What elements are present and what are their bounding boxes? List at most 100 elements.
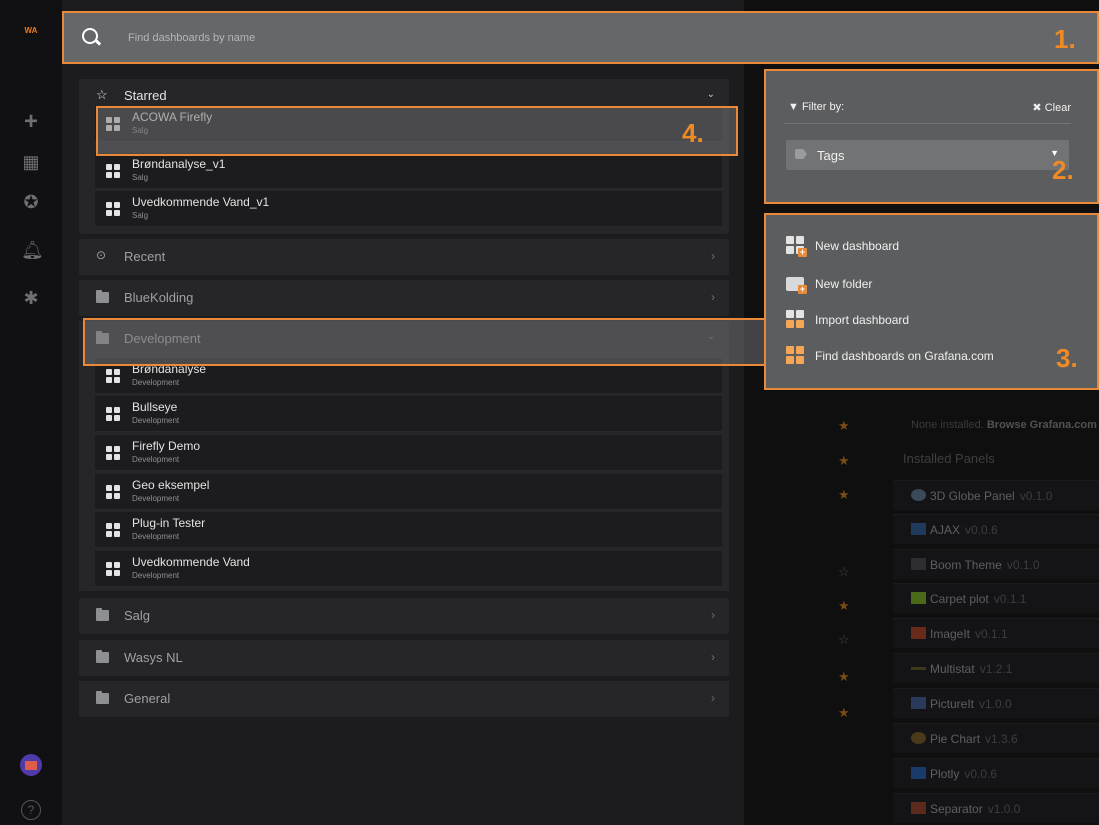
dashboard-icon — [106, 562, 120, 576]
dashboard-item[interactable]: Plug-in Tester Development — [95, 512, 722, 548]
dashboard-folder: Salg — [132, 211, 149, 220]
clear-filter-button[interactable]: ✖ Clear — [1032, 101, 1071, 114]
folder-icon — [96, 650, 109, 663]
dashboard-folder: Salg — [132, 173, 149, 182]
dashboard-item[interactable]: Brøndanalyse_v1 Salg — [95, 153, 722, 189]
star-icon: ★ — [838, 705, 850, 720]
star-icon: ★ — [838, 669, 850, 684]
plugin-item: Multistat v1.2.1 — [893, 653, 1099, 683]
chevron-down-icon[interactable]: ⌄ — [707, 89, 715, 100]
explore-compass-icon[interactable]: ✪ — [21, 192, 41, 212]
folder-icon — [96, 290, 109, 303]
dashboard-icon — [106, 202, 120, 216]
dashboard-item[interactable]: Geo eksempel Development — [95, 474, 722, 510]
chevron-right-icon: › — [711, 650, 715, 664]
highlight-box-4 — [96, 106, 738, 156]
annotation-number-3: 3. — [1056, 343, 1078, 373]
tags-select[interactable]: Tags ▼ — [786, 140, 1069, 170]
plugin-item: Separator v1.0.0 — [893, 793, 1099, 823]
section-folder-bluekolding[interactable]: BlueKolding › — [79, 280, 729, 316]
star-icon: ★ — [838, 453, 850, 468]
section-label: Recent — [124, 249, 166, 264]
section-folder-salg[interactable]: Salg › — [79, 598, 729, 634]
alerting-bell-icon[interactable]: 🔔︎ — [21, 240, 44, 260]
plugin-logo-icon — [911, 558, 926, 570]
dashboard-folder: Development — [132, 378, 180, 387]
section-folder-wasys-nl[interactable]: Wasys NL › — [79, 640, 729, 676]
plugin-item: Carpet plot v0.1.1 — [893, 583, 1099, 613]
plugin-logo-icon — [911, 667, 926, 670]
plugin-logo-icon — [911, 732, 926, 744]
grafana-grid-icon — [786, 346, 804, 364]
section-folder-general[interactable]: General › — [79, 681, 729, 717]
plugin-item: PictureIt v1.0.0 — [893, 688, 1099, 718]
clock-icon: ⊙ — [96, 248, 107, 262]
new-dashboard-icon: + — [786, 236, 807, 257]
dashboard-title: Geo eksempel — [132, 478, 210, 492]
actions-panel: + New dashboard + New folder Import dash… — [764, 213, 1099, 390]
divider — [784, 123, 1071, 124]
dashboard-icon — [106, 446, 120, 460]
dashboards-grid-icon[interactable]: ▦ — [21, 152, 41, 172]
configuration-gear-icon[interactable]: ✱ — [21, 288, 41, 308]
dashboard-folder: Development — [132, 455, 180, 464]
filter-panel: ▼ Filter by: ✖ Clear Tags ▼ 2. — [764, 69, 1099, 204]
dashboard-item[interactable]: Uvedkommende Vand_v1 Salg — [95, 191, 722, 227]
plugin-item: Pie Chart v1.3.6 — [893, 723, 1099, 753]
plus-icon[interactable]: + — [21, 110, 41, 134]
dashboard-icon — [106, 485, 120, 499]
dashboard-folder: Development — [132, 571, 180, 580]
plugin-item: Boom Theme v0.1.0 — [893, 549, 1099, 579]
plugin-logo-icon — [911, 523, 926, 535]
star-icon: ★ — [838, 598, 850, 613]
star-outline-icon: ☆ — [838, 632, 850, 647]
globe-icon — [911, 489, 926, 501]
link-label: New folder — [815, 277, 873, 291]
star-icon: ★ — [838, 487, 850, 502]
section-label: Salg — [124, 608, 151, 623]
plugin-item: ImageIt v0.1.1 — [893, 618, 1099, 648]
star-outline-icon: ☆ — [96, 87, 108, 102]
link-label: Import dashboard — [815, 313, 910, 327]
dashboard-item[interactable]: Firefly Demo Development — [95, 435, 722, 471]
star-outline-icon: ☆ — [838, 564, 850, 579]
chevron-right-icon: › — [711, 290, 715, 304]
chevron-right-icon: › — [711, 691, 715, 705]
plugin-logo-icon — [911, 592, 926, 604]
link-label: New dashboard — [815, 239, 900, 253]
star-icon: ★ — [838, 418, 850, 433]
plugin-item: 3D Globe Panel v0.1.0 — [893, 480, 1099, 510]
dashboard-folder: Development — [132, 416, 180, 425]
dashboard-item[interactable]: Bullseye Development — [95, 396, 722, 432]
user-avatar[interactable] — [20, 754, 42, 776]
chevron-right-icon: › — [711, 249, 715, 263]
dashboard-title: Plug-in Tester — [132, 516, 206, 530]
dashboard-title: Firefly Demo — [132, 439, 201, 453]
logo[interactable]: WA — [20, 24, 42, 38]
import-dashboard-icon — [786, 310, 804, 328]
folder-icon — [96, 608, 109, 621]
tags-label: Tags — [817, 148, 845, 163]
dashboard-folder: Development — [132, 494, 180, 503]
folder-icon — [96, 691, 109, 704]
dashboard-folder: Development — [132, 532, 180, 541]
annotation-number-4: 4. — [682, 118, 704, 148]
dashboard-title: Uvedkommende Vand — [132, 555, 250, 569]
dashboard-title: Bullseye — [132, 400, 178, 414]
dashboard-icon — [106, 523, 120, 537]
dashboard-item[interactable]: Uvedkommende Vand Development — [95, 551, 722, 587]
plugin-logo-icon — [911, 802, 926, 814]
highlight-box-1 — [62, 11, 1099, 64]
link-label: Find dashboards on Grafana.com — [815, 349, 994, 363]
new-folder-icon: + — [786, 277, 807, 294]
dashboard-icon — [106, 164, 120, 178]
installed-panels-heading: Installed Panels — [903, 451, 995, 466]
plugin-item: Plotly v0.0.6 — [893, 758, 1099, 788]
dashboard-title: Uvedkommende Vand_v1 — [132, 195, 270, 209]
section-label: Starred — [124, 88, 167, 103]
apps-note: None installed. Browse Grafana.com — [911, 419, 1097, 431]
section-label: BlueKolding — [124, 290, 194, 305]
side-menu: WA + ▦ ✪ 🔔︎ ✱ ? — [0, 0, 62, 825]
section-recent[interactable]: ⊙ Recent › — [79, 239, 729, 275]
help-icon[interactable]: ? — [21, 800, 41, 820]
